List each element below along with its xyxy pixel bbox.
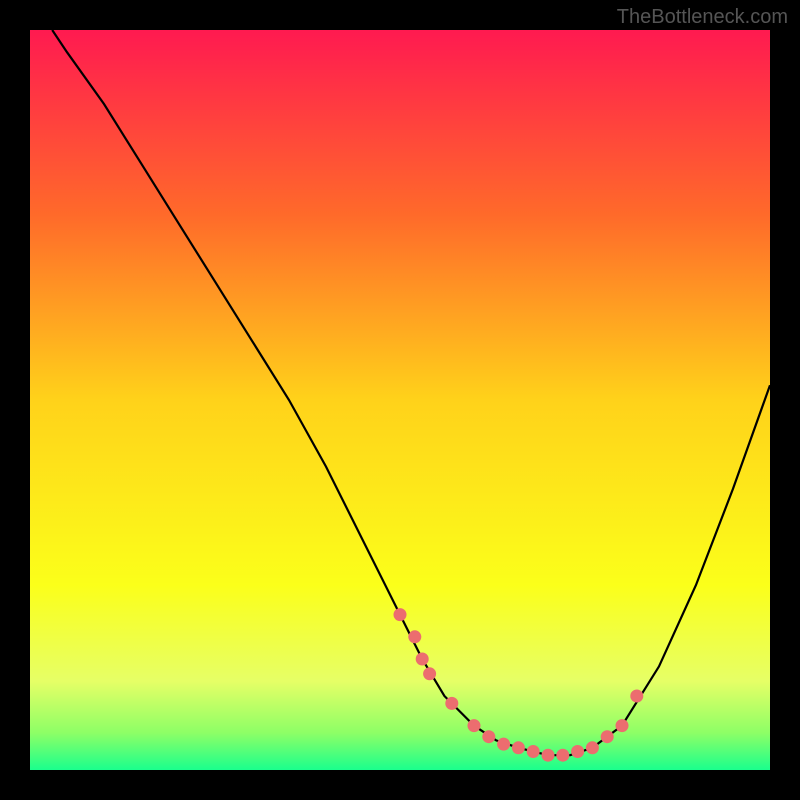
data-point <box>394 608 407 621</box>
data-point <box>630 690 643 703</box>
data-point <box>527 745 540 758</box>
data-point <box>556 749 569 762</box>
data-point <box>468 719 481 732</box>
gradient-background <box>30 30 770 770</box>
data-point <box>445 697 458 710</box>
plot-area <box>30 30 770 770</box>
data-point <box>423 667 436 680</box>
data-point <box>482 730 495 743</box>
watermark-text: TheBottleneck.com <box>617 6 788 29</box>
data-point <box>616 719 629 732</box>
chart-container: TheBottleneck.com <box>0 0 800 800</box>
data-point <box>497 738 510 751</box>
data-point <box>416 653 429 666</box>
chart-svg <box>30 30 770 770</box>
data-point <box>512 741 525 754</box>
data-point <box>408 630 421 643</box>
data-point <box>586 741 599 754</box>
data-point <box>542 749 555 762</box>
data-point <box>571 745 584 758</box>
data-point <box>601 730 614 743</box>
